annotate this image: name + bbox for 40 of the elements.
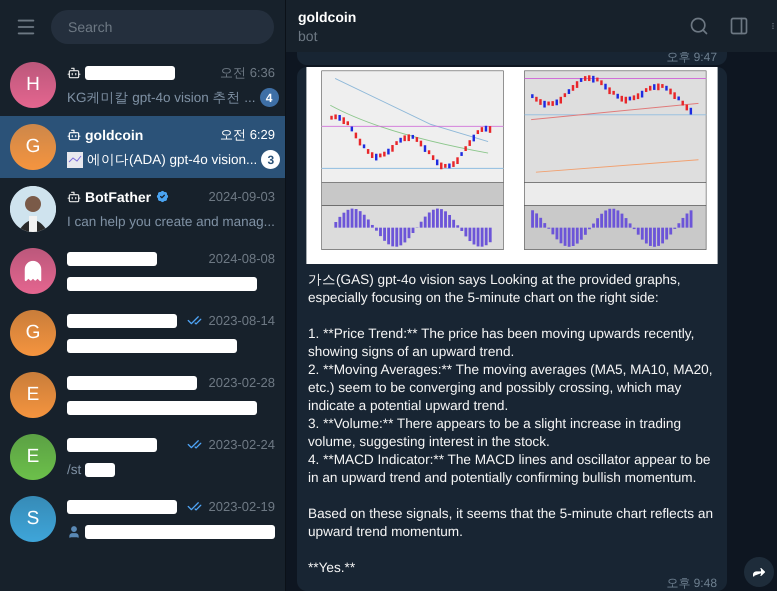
avatar: E bbox=[10, 434, 56, 480]
chat-time: 2023-08-14 bbox=[208, 313, 275, 328]
message-preview: 에이다(ADA) gpt-4o vision... bbox=[87, 150, 258, 168]
avatar: G bbox=[10, 124, 56, 170]
message-preview: KG케미칼 gpt-4o vision 추천 ... bbox=[67, 88, 256, 106]
chat-time: 2024-09-03 bbox=[208, 189, 275, 204]
avatar: E bbox=[10, 372, 56, 418]
message-preview: /st bbox=[67, 462, 82, 477]
chat-item[interactable]: E 2023-02-24 /st bbox=[0, 426, 285, 488]
chat-item[interactable]: E 2023-02-28 bbox=[0, 364, 285, 426]
chat-time: 2024-08-08 bbox=[208, 251, 275, 266]
message-preview: I can help you create and manag... bbox=[67, 214, 275, 229]
unread-count: 4 bbox=[260, 88, 279, 107]
sidebar-panel-icon[interactable] bbox=[729, 16, 749, 36]
chat-time: 2023-02-24 bbox=[208, 437, 275, 452]
chat-item[interactable]: H 오전 6:36 KG케미칼 gpt-4o vision 추천 ... 4 bbox=[0, 54, 285, 116]
chat-subtitle: bot bbox=[298, 28, 318, 44]
forward-button[interactable] bbox=[744, 557, 774, 587]
avatar: S bbox=[10, 496, 56, 542]
chat-item[interactable]: 2024-08-08 bbox=[0, 240, 285, 302]
chat-item[interactable]: S 2023-02-19 bbox=[0, 488, 285, 550]
avatar: H bbox=[10, 62, 56, 108]
chat-name: goldcoin bbox=[85, 126, 144, 142]
chat-time: 2023-02-19 bbox=[208, 499, 275, 514]
message-time: 오후 9:47 bbox=[666, 52, 717, 63]
search-field[interactable]: Search bbox=[51, 10, 274, 44]
message-text: 가스(GAS) gpt-4o vision says Looking at the provided graphs, especially focusing on the 5-minute chart on the right side: 1. **Price Trend:** The price has been moving upwards recently, showing signs of an upward trend. 2. **Moving Averages:** The moving averages (MA5, MA10, MA20, etc.) seem to be converging and possibly crossing, which may indicate a potential upward trend. 3. **Volume:** There appears to be a slight increase in trading volume, suggesting interest in the stock. 4. **MACD Indicator:** The MACD lines and oscillator appear to be in an upward trend and potentially confirming bullish momentum. Based on these signals, it seems that the 5-minute chart reflects an upward trend momentum. **Yes.** bbox=[307, 271, 714, 577]
chat-time: 오전 6:29 bbox=[220, 126, 275, 144]
unread-count: 3 bbox=[261, 150, 280, 169]
chat-item[interactable]: G goldcoin 오전 6:29 에이다(ADA) gpt-4o vision... 3 bbox=[0, 116, 285, 178]
avatar: G bbox=[10, 310, 56, 356]
chat-time: 2023-02-28 bbox=[208, 375, 275, 390]
chat-item[interactable]: BotFather 2024-09-03 I can help you create and manag... bbox=[0, 178, 285, 240]
chat-item[interactable]: G 2023-08-14 bbox=[0, 302, 285, 364]
chat-time: 오전 6:36 bbox=[220, 64, 275, 82]
chat-name: BotFather bbox=[85, 188, 152, 204]
ghost-icon bbox=[22, 260, 44, 282]
chat-title: goldcoin bbox=[298, 8, 358, 24]
message-time: 오후 9:48 bbox=[666, 577, 717, 589]
search-icon[interactable] bbox=[689, 16, 709, 36]
